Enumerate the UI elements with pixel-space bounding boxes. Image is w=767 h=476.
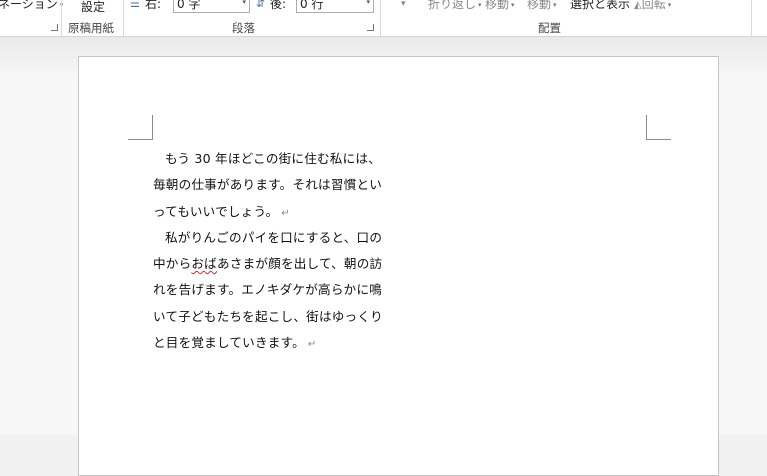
- indent-right-value: 0 字: [177, 0, 201, 11]
- document-body[interactable]: もう 30 年ほどこの街に住む私には、 毎朝の仕事があります。それは習慣とい っ…: [153, 146, 393, 356]
- text-line: いて子どもたちを起こし、街はゆっくり: [153, 304, 393, 330]
- document-area[interactable]: もう 30 年ほどこの街に住む私には、 毎朝の仕事があります。それは習慣とい っ…: [0, 37, 767, 476]
- send-backward-label: 移動: [527, 0, 552, 11]
- paragraph-mark-icon: ↵: [281, 207, 290, 219]
- text-run: いて子どもたちを起こし、街はゆっくり: [153, 308, 383, 324]
- document-page[interactable]: もう 30 年ほどこの街に住む私には、 毎朝の仕事があります。それは習慣とい っ…: [78, 56, 719, 476]
- chevron-down-icon: ▾: [667, 0, 672, 9]
- chevron-down-icon: ▾: [478, 0, 482, 9]
- spacing-after-label: 後:: [270, 0, 287, 11]
- ribbon-partial-button[interactable]: ネーション▾: [0, 0, 63, 12]
- bring-forward-label: 移動: [485, 0, 510, 11]
- text-line: 私がりんごのパイを口にすると、口の: [153, 225, 393, 251]
- spinner-down-icon[interactable]: ▾: [242, 0, 246, 11]
- text-line: と目を覚ましていきます。 ↵: [153, 330, 393, 356]
- text-run: れを告げます。エノキダケが高らかに鳴: [153, 282, 383, 298]
- dialog-launcher-icon[interactable]: [51, 24, 58, 31]
- margin-corner-mark: [128, 115, 153, 140]
- rotate-label: 回転: [641, 0, 666, 11]
- indent-right-icon: ☰: [130, 0, 140, 10]
- paragraph-group-label: 段落: [232, 21, 255, 35]
- text-run: 私がりんごのパイを口にすると、口の: [165, 229, 383, 245]
- text-run: あさまが顔を出して、朝の訪: [216, 256, 383, 272]
- text-run: ってもいいでしょう。: [153, 203, 279, 219]
- spacing-after-icon: ⇵: [256, 0, 266, 10]
- text-line: れを告げます。エノキダケが高らかに鳴: [153, 277, 393, 303]
- text-run: 毎朝の仕事があります。それは習慣とい: [153, 177, 383, 193]
- ribbon: ネーション▾ 設定 原稿用紙 ☰ 右: 0 字 ▾ ⇵ 後: 0 行 ▾ 段落 …: [0, 0, 767, 37]
- selection-pane-button[interactable]: 選択と表示: [570, 0, 630, 11]
- genko-settings-button[interactable]: 設定: [81, 0, 105, 14]
- position-dropdown[interactable]: ▾: [401, 0, 406, 11]
- chevron-down-icon: ▾: [511, 0, 515, 9]
- wrap-text-label: 折り返し: [428, 0, 477, 11]
- spelling-error-word[interactable]: おば: [191, 256, 217, 271]
- spacing-after-value: 0 行: [300, 0, 324, 11]
- rotate-icon: ◭: [634, 0, 642, 11]
- group-separator: [123, 0, 124, 36]
- arrange-group-label: 配置: [538, 21, 561, 35]
- text-run: と目を覚ましていきます。: [153, 335, 305, 351]
- text-run: もう 30 年ほどこの街に住む私には、: [165, 151, 381, 166]
- indent-right-label: 右:: [145, 0, 162, 11]
- spacing-after-input[interactable]: 0 行 ▾: [296, 0, 374, 13]
- genko-group-label: 原稿用紙: [68, 21, 114, 35]
- text-run: 中から: [153, 256, 192, 272]
- group-separator: [380, 0, 381, 36]
- group-separator: [61, 0, 62, 36]
- bring-forward-button[interactable]: 移動 ▾: [485, 0, 515, 12]
- spinner-down-icon[interactable]: ▾: [366, 0, 370, 11]
- rotate-button[interactable]: ◭回転 ▾: [634, 0, 671, 13]
- send-backward-button[interactable]: 移動 ▾: [527, 0, 557, 12]
- indent-right-input[interactable]: 0 字 ▾: [173, 0, 250, 13]
- dialog-launcher-icon[interactable]: [367, 24, 374, 31]
- wrap-text-button[interactable]: 折り返し ▾: [428, 0, 482, 12]
- text-line: ってもいいでしょう。 ↵: [153, 199, 393, 225]
- group-separator: [751, 0, 752, 36]
- chevron-down-icon: ▾: [553, 0, 557, 9]
- paragraph-mark-icon: ↵: [307, 339, 317, 351]
- text-line: 中からおばあさまが顔を出して、朝の訪: [153, 251, 393, 277]
- text-line: 毎朝の仕事があります。それは習慣とい: [153, 172, 393, 198]
- margin-corner-mark: [646, 115, 671, 140]
- text-line: もう 30 年ほどこの街に住む私には、: [153, 146, 393, 172]
- ribbon-partial-label: ネーション: [0, 0, 58, 11]
